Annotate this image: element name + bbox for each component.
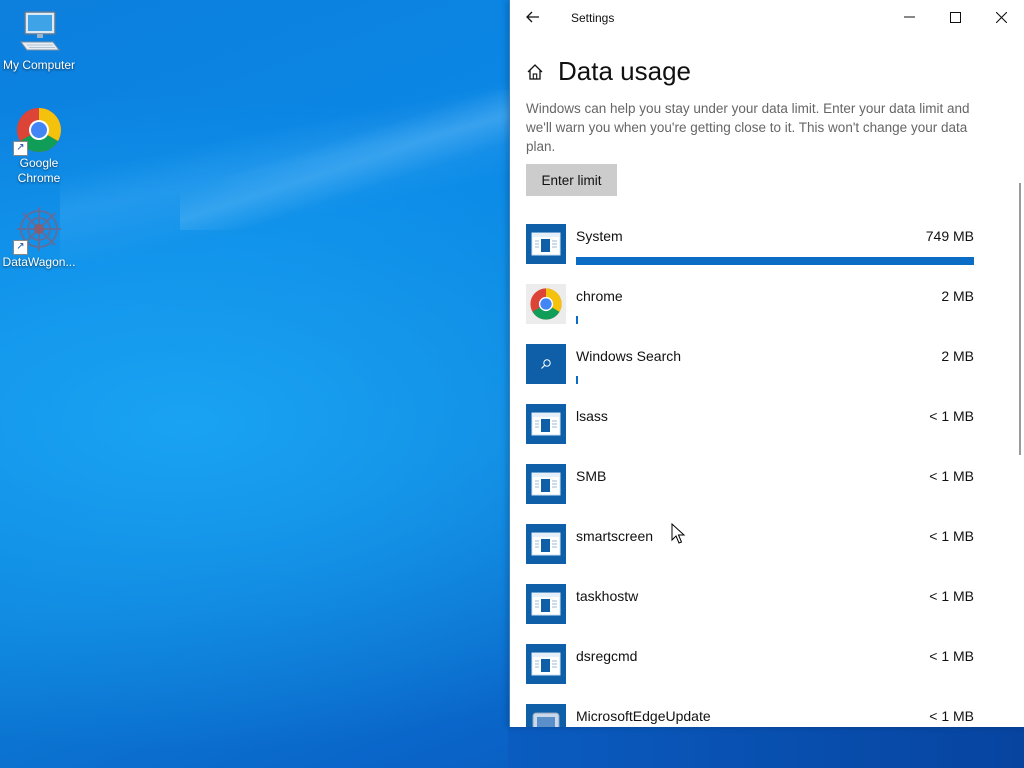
home-icon[interactable] [526, 63, 544, 81]
app-usage-amount: < 1 MB [929, 468, 974, 484]
app-usage-row[interactable]: taskhostw < 1 MB [526, 584, 974, 644]
app-usage-row[interactable]: chrome 2 MB [526, 284, 974, 344]
app-usage-amount: < 1 MB [929, 708, 974, 724]
desktop-icon-google-chrome[interactable]: ↗ Google Chrome [0, 106, 78, 186]
app-name: System [576, 228, 623, 244]
back-arrow-icon [526, 11, 539, 23]
shortcut-arrow-icon: ↗ [13, 240, 28, 255]
app-usage-amount: 2 MB [941, 288, 974, 304]
scrollbar[interactable] [1019, 183, 1021, 455]
app-usage-amount: 2 MB [941, 348, 974, 364]
system-app-icon [526, 404, 566, 444]
app-name: taskhostw [576, 588, 639, 604]
usage-bar [576, 257, 974, 265]
app-usage-row[interactable]: Windows Search 2 MB [526, 344, 974, 404]
usage-bar [576, 316, 974, 325]
window-title: Settings [571, 11, 615, 25]
search-icon [526, 344, 566, 384]
system-app-icon [526, 584, 566, 624]
back-button[interactable] [510, 0, 556, 34]
app-usage-amount: < 1 MB [929, 648, 974, 664]
app-usage-amount: 749 MB [925, 228, 974, 244]
close-button[interactable] [978, 0, 1024, 34]
app-usage-amount: < 1 MB [929, 588, 974, 604]
app-name: SMB [576, 468, 607, 484]
app-usage-row[interactable]: MicrosoftEdgeUpdate < 1 MB [526, 704, 974, 727]
app-name: Windows Search [576, 348, 682, 364]
enter-limit-button[interactable]: Enter limit [526, 164, 617, 196]
app-usage-row[interactable]: smartscreen < 1 MB [526, 524, 974, 584]
app-usage-amount: < 1 MB [929, 528, 974, 544]
datawagon-icon: ↗ [13, 205, 63, 255]
app-name: dsregcmd [576, 648, 638, 664]
usage-bar-fill [576, 257, 974, 265]
page-title: Data usage [558, 56, 691, 86]
desktop-icon-datawagon[interactable]: ↗ DataWagon... [0, 205, 78, 270]
title-bar: Settings [510, 0, 1024, 34]
app-usage-row[interactable]: SMB < 1 MB [526, 464, 974, 524]
usage-bar-fill [576, 376, 578, 384]
chrome-icon: ↗ [13, 106, 63, 156]
app-name: lsass [576, 408, 608, 424]
app-usage-list: System 749 MB chrome 2 MB Windows Search 2 MB… [526, 224, 974, 727]
app-name: chrome [576, 288, 623, 304]
maximize-icon [949, 11, 961, 23]
mouse-cursor-icon [671, 522, 686, 550]
edge-update-icon [526, 704, 566, 727]
settings-window: Settings Data usage Windows can help you… [509, 0, 1024, 727]
minimize-icon [903, 16, 915, 18]
app-name: smartscreen [576, 528, 654, 544]
computer-icon [15, 8, 63, 56]
close-icon [995, 11, 1007, 23]
app-usage-amount: < 1 MB [929, 408, 974, 424]
desktop-icon-label: My Computer [2, 58, 76, 72]
system-app-icon [526, 644, 566, 684]
shortcut-arrow-icon: ↗ [13, 141, 28, 156]
page-heading: Data usage [526, 56, 691, 87]
app-usage-row[interactable]: lsass < 1 MB [526, 404, 974, 464]
usage-bar-fill [576, 316, 578, 324]
minimize-button[interactable] [886, 0, 932, 34]
maximize-button[interactable] [932, 0, 978, 34]
taskbar [508, 727, 1024, 768]
desktop-icon-label: DataWagon... [2, 255, 76, 269]
wallpaper-light-beam [180, 90, 520, 230]
desktop-icon-label: Google Chrome [17, 156, 61, 185]
page-description: Windows can help you stay under your dat… [526, 101, 970, 154]
app-usage-row[interactable]: dsregcmd < 1 MB [526, 644, 974, 704]
system-app-icon [526, 524, 566, 564]
app-usage-row[interactable]: System 749 MB [526, 224, 974, 284]
app-name: MicrosoftEdgeUpdate [576, 708, 711, 724]
desktop-icon-my-computer[interactable]: My Computer [0, 8, 78, 73]
system-app-icon [526, 224, 566, 264]
usage-bar [576, 376, 974, 385]
chrome-icon [526, 284, 566, 324]
system-app-icon [526, 464, 566, 504]
